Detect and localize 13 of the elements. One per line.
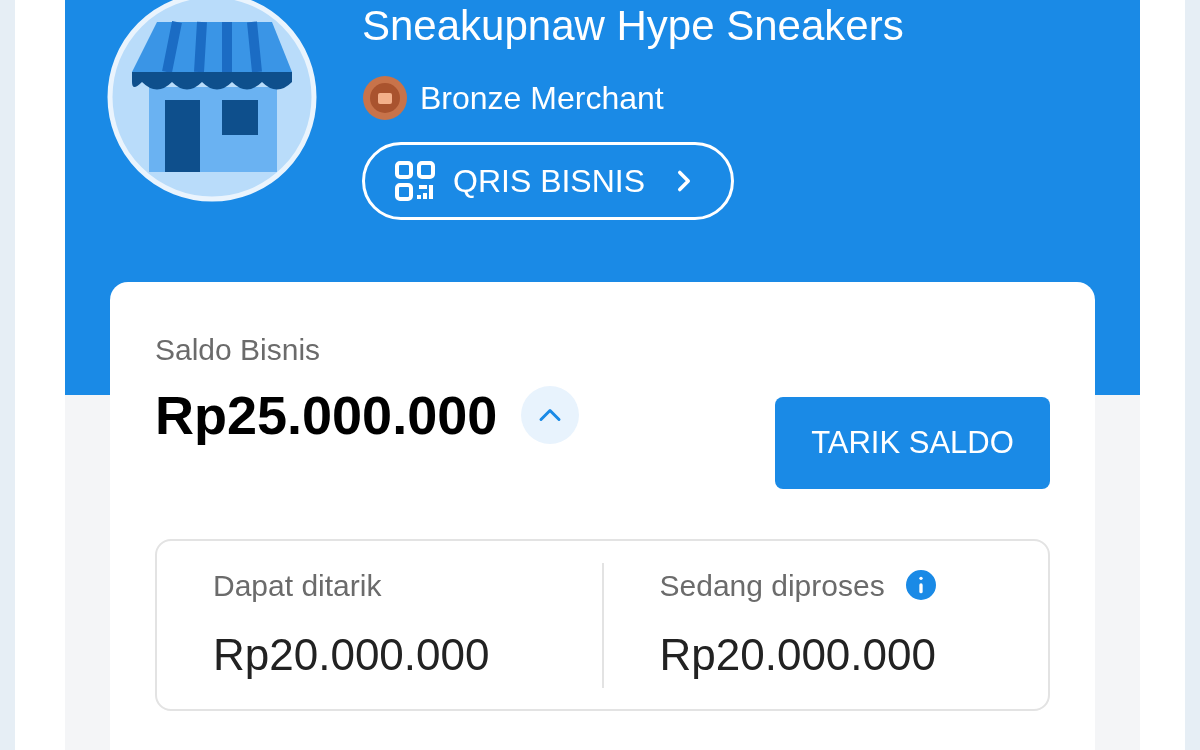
balance-amount: Rp25.000.000 [155,384,498,446]
breakdown-amount: Rp20.000.000 [659,628,937,681]
bronze-badge-icon [362,75,408,121]
breakdown-label: Sedang diproses [659,567,885,604]
store-icon [107,0,317,202]
qr-code-icon [395,161,435,201]
store-name: Sneakupnaw Hype Sneakers [362,2,904,50]
balance-label: Saldo Bisnis [155,332,322,368]
breakdown-label: Dapat ditarik [213,567,382,604]
breakdown-amount: Rp20.000.000 [213,628,491,681]
qris-button[interactable]: QRIS BISNIS [362,142,735,220]
merchant-tier-label: Bronze Merchant [420,79,664,118]
withdraw-button[interactable]: TARIK SALDO [775,397,1050,489]
